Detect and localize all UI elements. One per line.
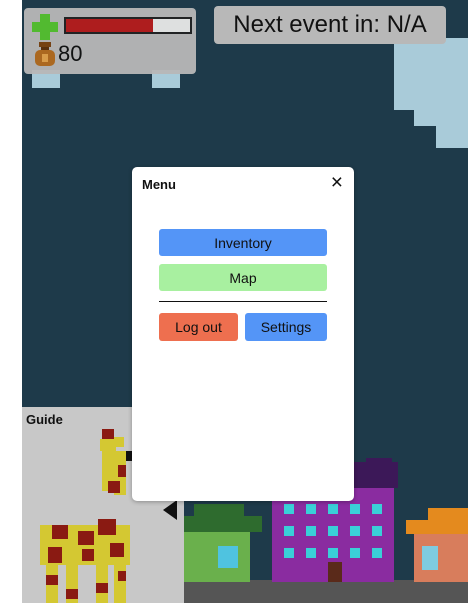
giraffe-pixel <box>114 437 124 447</box>
close-icon[interactable]: × <box>331 171 343 195</box>
giraffe-pixel <box>118 571 126 581</box>
building-window <box>306 548 316 558</box>
building-window <box>284 548 294 558</box>
map-button[interactable]: Map <box>159 264 327 291</box>
inventory-button[interactable]: Inventory <box>159 229 327 256</box>
giraffe-pixel <box>98 519 116 535</box>
cloud <box>436 126 468 148</box>
building-window <box>328 504 338 514</box>
coin-bag-icon <box>35 42 55 66</box>
building-window <box>350 504 360 514</box>
house-green-window <box>218 546 238 568</box>
building-window <box>372 504 382 514</box>
menu-title: Menu <box>142 177 176 192</box>
coin-count: 80 <box>58 41 83 66</box>
building-window <box>372 548 382 558</box>
house-green-roof-top <box>194 504 244 518</box>
giraffe-pixel <box>108 481 120 493</box>
giraffe-pixel <box>102 429 114 439</box>
building-window <box>306 504 316 514</box>
giraffe-pixel <box>96 583 108 593</box>
giraffe-pixel <box>78 531 94 545</box>
house-green <box>184 530 250 582</box>
giraffe-pixel <box>114 563 126 603</box>
building-window <box>328 526 338 536</box>
menu-divider <box>159 301 327 302</box>
health-bar <box>64 17 192 34</box>
logout-button[interactable]: Log out <box>159 313 238 341</box>
giraffe-pixel <box>110 543 124 557</box>
guide-pointer-icon <box>163 500 177 520</box>
house-orange-window <box>422 546 438 570</box>
giraffe-pixel <box>52 525 68 539</box>
giraffe-pixel <box>66 589 78 599</box>
house-orange-roof <box>406 520 468 534</box>
building-window <box>372 526 382 536</box>
giraffe-pixel <box>82 549 94 561</box>
building-window <box>284 504 294 514</box>
building-window <box>350 526 360 536</box>
building-window <box>284 526 294 536</box>
next-event-timer: Next event in: N/A <box>214 6 446 44</box>
building-window <box>350 548 360 558</box>
giraffe-pixel <box>46 575 58 585</box>
player-status-hud: 80 <box>24 8 196 74</box>
building-window <box>328 548 338 558</box>
building-purple-roof-top <box>366 458 392 466</box>
health-plus-icon <box>32 14 58 40</box>
cloud <box>414 86 468 126</box>
house-green-roof <box>174 516 262 532</box>
giraffe-pixel <box>48 547 62 563</box>
menu-dialog: Menu × Inventory Map Log out Settings <box>132 167 354 501</box>
house-orange-roof-top <box>428 508 468 522</box>
settings-button[interactable]: Settings <box>245 313 327 341</box>
health-bar-fill <box>66 19 153 32</box>
giraffe-pixel <box>118 465 126 477</box>
building-door <box>328 562 342 582</box>
building-window <box>306 526 316 536</box>
